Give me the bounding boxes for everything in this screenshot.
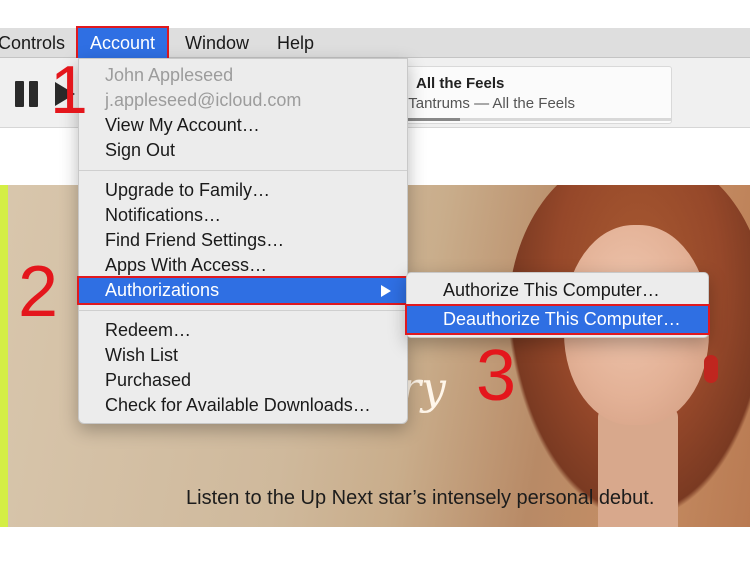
menu-item-sign-out[interactable]: Sign Out [79, 138, 407, 163]
now-playing-subtitle: e Tantrums — All the Feels [396, 95, 575, 112]
menu-item-find-friend-settings[interactable]: Find Friend Settings… [79, 228, 407, 253]
menu-item-apps-with-access[interactable]: Apps With Access… [79, 253, 407, 278]
menu-help[interactable]: Help [277, 28, 314, 58]
menu-item-user-email: j.appleseed@icloud.com [105, 90, 302, 110]
menu-item-authorize-computer[interactable]: Authorize This Computer… [407, 277, 708, 304]
submenu-arrow-icon [381, 285, 391, 297]
account-menu: John Appleseed j.appleseed@icloud.com Vi… [77, 58, 409, 424]
portrait-earring [704, 355, 718, 383]
menu-item-redeem[interactable]: Redeem… [79, 318, 407, 343]
menu-window[interactable]: Window [185, 28, 249, 58]
menu-account[interactable]: Account [75, 26, 170, 60]
step-annotation-1: 1 [50, 52, 88, 128]
authorizations-submenu: Authorize This Computer… Deauthorize Thi… [405, 272, 710, 338]
banner-caption: Listen to the Up Next star’s intensely p… [186, 487, 655, 509]
menu-item-authorizations[interactable]: Authorizations [77, 276, 409, 305]
step-annotation-3: 3 [476, 336, 517, 416]
now-playing-title: All the Feels [416, 75, 505, 92]
menu-separator [79, 310, 407, 311]
step-annotation-2: 2 [18, 252, 59, 332]
menu-separator [79, 170, 407, 171]
now-playing-display[interactable]: All the Feels e Tantrums — All the Feels [395, 66, 672, 124]
menu-item-authorizations-label: Authorizations [105, 280, 220, 300]
menu-item-upgrade-to-family[interactable]: Upgrade to Family… [79, 178, 407, 203]
pause-icon[interactable] [14, 81, 40, 107]
menu-item-notifications[interactable]: Notifications… [79, 203, 407, 228]
menu-item-purchased[interactable]: Purchased [79, 368, 407, 393]
menu-item-check-downloads[interactable]: Check for Available Downloads… [79, 393, 407, 418]
menu-item-wish-list[interactable]: Wish List [79, 343, 407, 368]
menu-item-deauthorize-computer[interactable]: Deauthorize This Computer… [405, 304, 710, 335]
menu-bar: Controls Account Window Help [0, 26, 750, 60]
playback-progress-bar[interactable] [396, 118, 671, 121]
menu-item-view-my-account[interactable]: View My Account… [79, 113, 407, 138]
menu-item-user-name: John Appleseed [105, 65, 234, 85]
green-accent-edge [0, 185, 8, 527]
